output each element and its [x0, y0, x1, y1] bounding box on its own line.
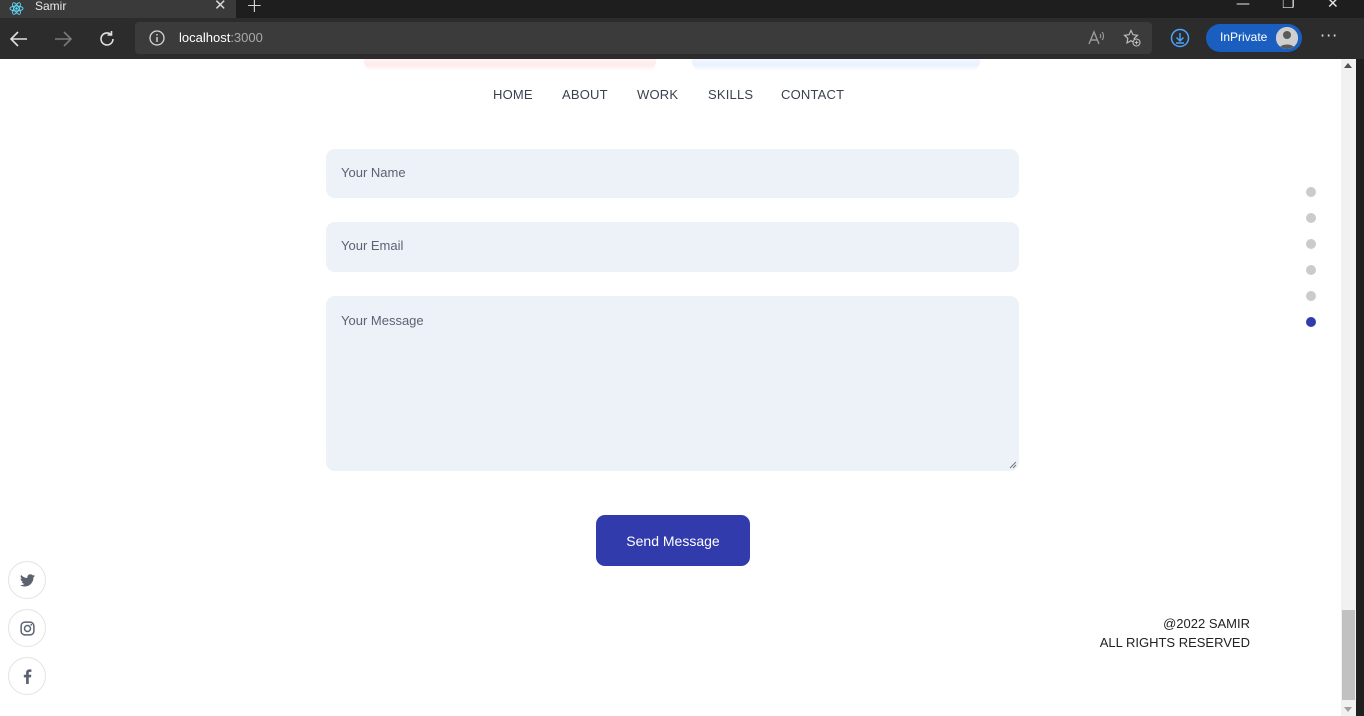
facebook-icon [23, 668, 31, 684]
back-button[interactable] [4, 18, 34, 59]
section-dot-2[interactable] [1306, 213, 1316, 223]
name-input-placeholder: Your Name [341, 165, 406, 180]
copyright-line-1: @2022 SAMIR [1163, 616, 1250, 631]
react-icon [9, 2, 24, 15]
window-edge [1356, 59, 1364, 716]
minimize-icon[interactable]: — [1236, 0, 1250, 12]
decorative-blob-pink [364, 59, 656, 71]
message-textarea-placeholder: Your Message [341, 313, 424, 328]
new-tab-icon[interactable]: + [246, 0, 263, 15]
twitter-icon [19, 573, 35, 586]
scroll-up-arrow-icon[interactable] [1344, 63, 1352, 68]
section-dot-5[interactable] [1306, 291, 1316, 301]
facebook-button[interactable] [8, 657, 46, 695]
add-favorite-icon[interactable] [1123, 29, 1141, 47]
site-nav: HOME ABOUT WORK SKILLS CONTACT [0, 87, 1341, 107]
avatar [1276, 27, 1298, 49]
refresh-button[interactable] [92, 18, 122, 59]
email-input-placeholder: Your Email [341, 238, 404, 253]
nav-link-contact[interactable]: CONTACT [781, 87, 844, 102]
nav-link-about[interactable]: ABOUT [562, 87, 608, 102]
browser-tab[interactable]: Samir ✕ [0, 0, 236, 18]
inprivate-label: InPrivate [1220, 30, 1268, 44]
section-dot-3[interactable] [1306, 239, 1316, 249]
browser-toolbar: localhost:3000 InPrivate ··· [0, 18, 1364, 59]
profile-icon [1276, 27, 1298, 49]
send-message-label: Send Message [626, 532, 720, 549]
tab-close-icon[interactable]: ✕ [214, 0, 227, 13]
email-input[interactable]: Your Email [326, 222, 1019, 272]
instagram-icon [19, 620, 35, 636]
restore-icon[interactable]: ❐ [1282, 0, 1295, 12]
url-text[interactable]: localhost:3000 [179, 29, 263, 47]
url-host: localhost [179, 30, 231, 45]
tab-title: Samir [35, 0, 67, 13]
forward-button[interactable] [48, 18, 78, 59]
twitter-button[interactable] [8, 561, 46, 599]
section-dot-1[interactable] [1306, 187, 1316, 197]
scrollbar[interactable] [1341, 59, 1356, 716]
nav-link-skills[interactable]: SKILLS [708, 87, 753, 102]
info-icon[interactable] [149, 30, 165, 46]
inprivate-button[interactable]: InPrivate [1206, 24, 1302, 52]
section-dot-4[interactable] [1306, 265, 1316, 275]
forward-arrow-icon [55, 30, 72, 47]
instagram-button[interactable] [8, 609, 46, 647]
name-input[interactable]: Your Name [326, 149, 1019, 198]
copyright-line-2: ALL RIGHTS RESERVED [1099, 635, 1250, 650]
download-icon[interactable] [1170, 28, 1190, 48]
back-arrow-icon [10, 30, 27, 47]
window-close-icon[interactable]: ✕ [1327, 0, 1339, 12]
refresh-icon [100, 30, 114, 46]
scroll-down-arrow-icon[interactable] [1344, 707, 1352, 712]
page-viewport: HOME ABOUT WORK SKILLS CONTACT Your Name… [0, 59, 1341, 716]
message-textarea[interactable]: Your Message [326, 296, 1019, 471]
address-bar[interactable]: localhost:3000 [135, 22, 1152, 54]
decorative-blob-blue [692, 59, 980, 71]
section-dot-6-active[interactable] [1306, 317, 1316, 327]
browser-tab-bar: Samir ✕ + — ❐ ✕ [0, 0, 1364, 18]
nav-link-home[interactable]: HOME [493, 87, 533, 102]
read-aloud-icon[interactable] [1087, 29, 1105, 47]
more-options-icon[interactable]: ··· [1320, 26, 1338, 45]
nav-link-work[interactable]: WORK [637, 87, 678, 102]
send-message-button[interactable]: Send Message [596, 515, 750, 566]
copyright: @2022 SAMIR ALL RIGHTS RESERVED [1100, 614, 1250, 652]
scroll-thumb[interactable] [1342, 610, 1355, 700]
resize-grip-icon[interactable] [1008, 460, 1017, 469]
url-port: :3000 [230, 30, 263, 45]
